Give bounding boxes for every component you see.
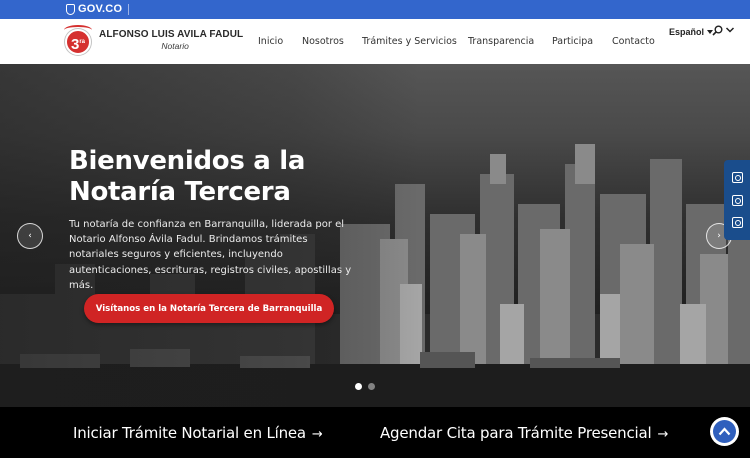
- start-online-procedure-link[interactable]: Iniciar Trámite Notarial en Línea →: [73, 424, 323, 442]
- nav-item-nosotros[interactable]: Nosotros: [302, 36, 344, 47]
- hero-description: Tu notaría de confianza en Barranquilla,…: [69, 219, 352, 291]
- chevron-up-icon: [718, 427, 731, 436]
- social-sidebar: [724, 160, 750, 240]
- site-header: 3ra ALFONSO LUIS AVILA FADUL Notario Ini…: [0, 19, 750, 64]
- gov-co-text: GOV.CO: [78, 3, 123, 15]
- schedule-appointment-link[interactable]: Agendar Cita para Trámite Presencial →: [380, 424, 668, 442]
- brand-name: ALFONSO LUIS AVILA FADUL: [99, 29, 244, 40]
- nav-item-tramites[interactable]: Trámites y Servicios: [362, 36, 457, 47]
- instagram-icon[interactable]: [731, 171, 743, 183]
- language-label: Español: [669, 27, 705, 37]
- cta-appointment-label: Agendar Cita para Trámite Presencial: [380, 424, 652, 442]
- hero-title: Bienvenidos a la Notaría Tercera: [69, 146, 306, 207]
- visit-notaria-button[interactable]: Visítanos en la Notaría Tercera de Barra…: [84, 294, 334, 323]
- nav-item-transparencia[interactable]: Transparencia: [468, 36, 534, 47]
- carousel-prev-button[interactable]: ‹: [17, 223, 43, 249]
- nav-item-participa[interactable]: Participa: [552, 36, 593, 47]
- chevron-down-icon[interactable]: [725, 26, 735, 34]
- brand-logo[interactable]: 3ra ALFONSO LUIS AVILA FADUL Notario: [64, 25, 243, 55]
- carousel-dot-2[interactable]: [368, 383, 375, 390]
- nav-item-inicio[interactable]: Inicio: [258, 36, 283, 47]
- gov-co-logo[interactable]: GOV.CO: [66, 2, 122, 16]
- gov-co-bar: GOV.CO: [0, 0, 750, 19]
- arrow-right-icon: →: [311, 427, 323, 442]
- search-icon[interactable]: [712, 25, 723, 36]
- carousel-dot-1[interactable]: [355, 383, 362, 390]
- arrow-right-icon: →: [657, 427, 669, 442]
- gov-bar-divider: [128, 4, 129, 15]
- cta-bar: Iniciar Trámite Notarial en Línea → Agend…: [0, 407, 750, 458]
- brand-role: Notario: [161, 41, 189, 51]
- image-icon[interactable]: [731, 194, 743, 206]
- gov-shield-icon: [66, 3, 75, 15]
- notaria-seal-logo: 3ra: [64, 25, 92, 55]
- language-selector[interactable]: Español: [669, 27, 714, 37]
- cta-online-label: Iniciar Trámite Notarial en Línea: [73, 424, 306, 442]
- nav-item-contacto[interactable]: Contacto: [612, 36, 655, 47]
- carousel-indicators: [355, 383, 375, 390]
- hero-carousel: Bienvenidos a la Notaría Tercera Tu nota…: [0, 64, 750, 407]
- image-icon[interactable]: [731, 217, 743, 229]
- scroll-to-top-button[interactable]: [710, 417, 739, 446]
